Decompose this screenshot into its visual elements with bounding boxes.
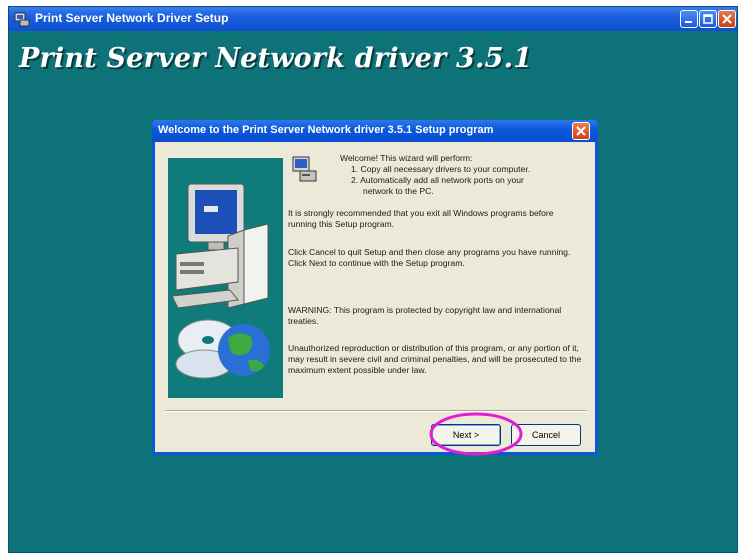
close-icon (576, 126, 586, 136)
minimize-button[interactable] (680, 10, 698, 28)
instructions-text: Click Cancel to quit Setup and then clos… (288, 247, 571, 268)
dialog-close-button[interactable] (572, 122, 590, 140)
dialog-title: Welcome to the Print Server Network driv… (158, 124, 494, 136)
setup-illustration (168, 158, 283, 398)
welcome-dialog: Welcome to the Print Server Network driv… (152, 120, 598, 455)
cd-globe-illustration (175, 319, 270, 379)
welcome-text: Welcome! This wizard will perform: (340, 153, 473, 163)
close-button[interactable] (718, 10, 736, 28)
next-button-highlight (429, 412, 523, 456)
maximize-icon (703, 14, 713, 24)
maximize-button[interactable] (699, 10, 717, 28)
wizard-step-2-continued: network to the PC. (363, 186, 434, 196)
window-titlebar[interactable]: Print Server Network Driver Setup (9, 7, 737, 31)
window-title: Print Server Network Driver Setup (35, 11, 229, 25)
copyright-warning-text: WARNING: This program is protected by co… (288, 305, 562, 326)
wizard-step-2: 2. Automatically add all network ports o… (351, 175, 524, 185)
setup-app-icon (14, 12, 30, 27)
wizard-computer-icon (292, 156, 317, 182)
wizard-step-1: 1. Copy all necessary drivers to your co… (351, 164, 531, 174)
exit-programs-text: It is strongly recommended that you exit… (288, 208, 554, 229)
minimize-icon (685, 21, 692, 23)
legal-notice-text: Unauthorized reproduction or distributio… (288, 343, 582, 375)
dialog-titlebar[interactable]: Welcome to the Print Server Network driv… (152, 120, 598, 142)
banner-title: Print Server Network driver 3.5.1 (19, 43, 533, 74)
close-icon (722, 14, 732, 24)
